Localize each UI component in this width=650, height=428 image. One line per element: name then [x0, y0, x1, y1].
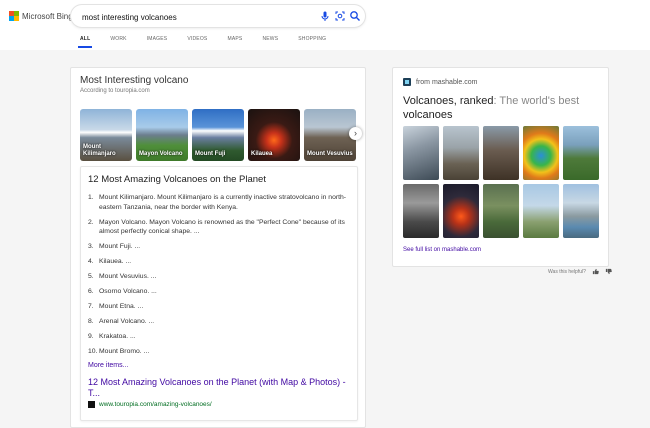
article-title: 12 Most Amazing Volcanoes on the Planet — [88, 174, 266, 185]
visual-search-icon[interactable] — [334, 10, 346, 22]
grid-image[interactable] — [523, 184, 559, 238]
carousel-item-kilimanjaro[interactable]: Mount Kilimanjaro — [80, 109, 132, 161]
list-item: 2. Mayon Volcano. Mayon Volcano is renown… — [88, 218, 345, 236]
source-attribution[interactable]: from mashable.com — [403, 78, 477, 86]
grid-image[interactable] — [523, 126, 559, 180]
grid-image[interactable] — [483, 184, 519, 238]
mashable-card: from mashable.com Volcanoes, ranked: The… — [392, 67, 609, 267]
list-item: 4. Kilauea. ... — [88, 258, 132, 265]
article-snippet: 12 Most Amazing Volcanoes on the Planet … — [80, 166, 358, 421]
carousel-item-kilauea[interactable]: Kilauea — [248, 109, 300, 161]
list-item: 6. Osorno Volcano. ... — [88, 288, 157, 295]
tab-images[interactable]: IMAGES — [147, 36, 168, 48]
see-full-list-link[interactable]: See full list on mashable.com — [403, 247, 481, 253]
volcano-list: 1. Mount Kilimanjaro. Mount Kilimanjaro i… — [88, 193, 348, 362]
microsoft-logo-icon — [9, 11, 19, 21]
result-url[interactable]: www.touropia.com/amazing-volcanoes/ — [88, 401, 212, 408]
search-box[interactable] — [71, 5, 365, 27]
result-title-link[interactable]: 12 Most Amazing Volcanoes on the Planet … — [88, 377, 350, 399]
result-url-text: www.touropia.com/amazing-volcanoes/ — [99, 401, 212, 408]
search-input[interactable] — [80, 9, 304, 25]
carousel-label: Mount Fuji — [195, 151, 226, 157]
grid-image[interactable] — [443, 126, 479, 180]
search-icon[interactable] — [349, 10, 361, 22]
header: Microsoft Bing ALL WORK IMAGES VIDEOS MA… — [0, 0, 650, 50]
grid-image[interactable] — [483, 126, 519, 180]
list-item: 10. Mount Bromo. ... — [88, 348, 150, 355]
more-items-link[interactable]: More items... — [88, 362, 128, 369]
microphone-icon[interactable] — [319, 10, 331, 22]
search-tabs: ALL WORK IMAGES VIDEOS MAPS NEWS SHOPPIN… — [77, 36, 346, 48]
volcano-carousel: Mount Kilimanjaro Mayon Volcano Mount Fu… — [80, 109, 360, 161]
grid-image[interactable] — [563, 184, 599, 238]
list-item: 1. Mount Kilimanjaro. Mount Kilimanjaro i… — [88, 194, 347, 211]
tab-maps[interactable]: MAPS — [227, 36, 242, 48]
grid-image[interactable] — [403, 126, 439, 180]
answer-source: According to touropia.com — [80, 88, 150, 94]
source-text: from mashable.com — [416, 78, 478, 86]
carousel-label: Mount Vesuvius — [307, 151, 353, 157]
list-item: 8. Arenal Volcano. ... — [88, 318, 155, 325]
tab-videos[interactable]: VIDEOS — [187, 36, 207, 48]
carousel-label: Mayon Volcano — [139, 151, 183, 157]
carousel-next-button[interactable]: › — [349, 127, 362, 140]
answer-title: Most Interesting volcano — [80, 75, 189, 86]
brand-name: Microsoft Bing — [22, 11, 73, 21]
tab-shopping[interactable]: SHOPPING — [298, 36, 326, 48]
grid-image[interactable] — [443, 184, 479, 238]
carousel-label: Mount Kilimanjaro — [83, 144, 116, 157]
answer-card: Most Interesting volcano According to to… — [70, 67, 366, 428]
grid-image[interactable] — [403, 184, 439, 238]
grid-image[interactable] — [563, 126, 599, 180]
thumbs-up-icon[interactable] — [592, 268, 599, 275]
tab-work[interactable]: WORK — [110, 36, 126, 48]
list-item: 5. Mount Vesuvius. ... — [88, 273, 157, 280]
list-item: 9. Krakatoa. ... — [88, 333, 136, 340]
tab-all[interactable]: ALL — [77, 36, 93, 48]
mashable-headline[interactable]: Volcanoes, ranked: The world's best volc… — [403, 94, 603, 122]
carousel-item-mayon[interactable]: Mayon Volcano — [136, 109, 188, 161]
carousel-item-fuji[interactable]: Mount Fuji — [192, 109, 244, 161]
carousel-label: Kilauea — [251, 151, 273, 157]
touropia-favicon-icon — [88, 401, 95, 408]
volcano-image-grid — [403, 126, 599, 238]
helpful-text: Was this helpful? — [548, 268, 586, 275]
feedback-prompt: Was this helpful? — [548, 268, 612, 275]
mashable-favicon-icon — [403, 78, 411, 86]
tab-news[interactable]: NEWS — [262, 36, 278, 48]
bing-logo[interactable]: Microsoft Bing — [9, 11, 73, 21]
list-item: 3. Mount Fuji. ... — [88, 243, 141, 250]
chevron-right-icon: › — [354, 128, 357, 138]
list-item: 7. Mount Etna. ... — [88, 303, 144, 310]
thumbs-down-icon[interactable] — [605, 268, 612, 275]
